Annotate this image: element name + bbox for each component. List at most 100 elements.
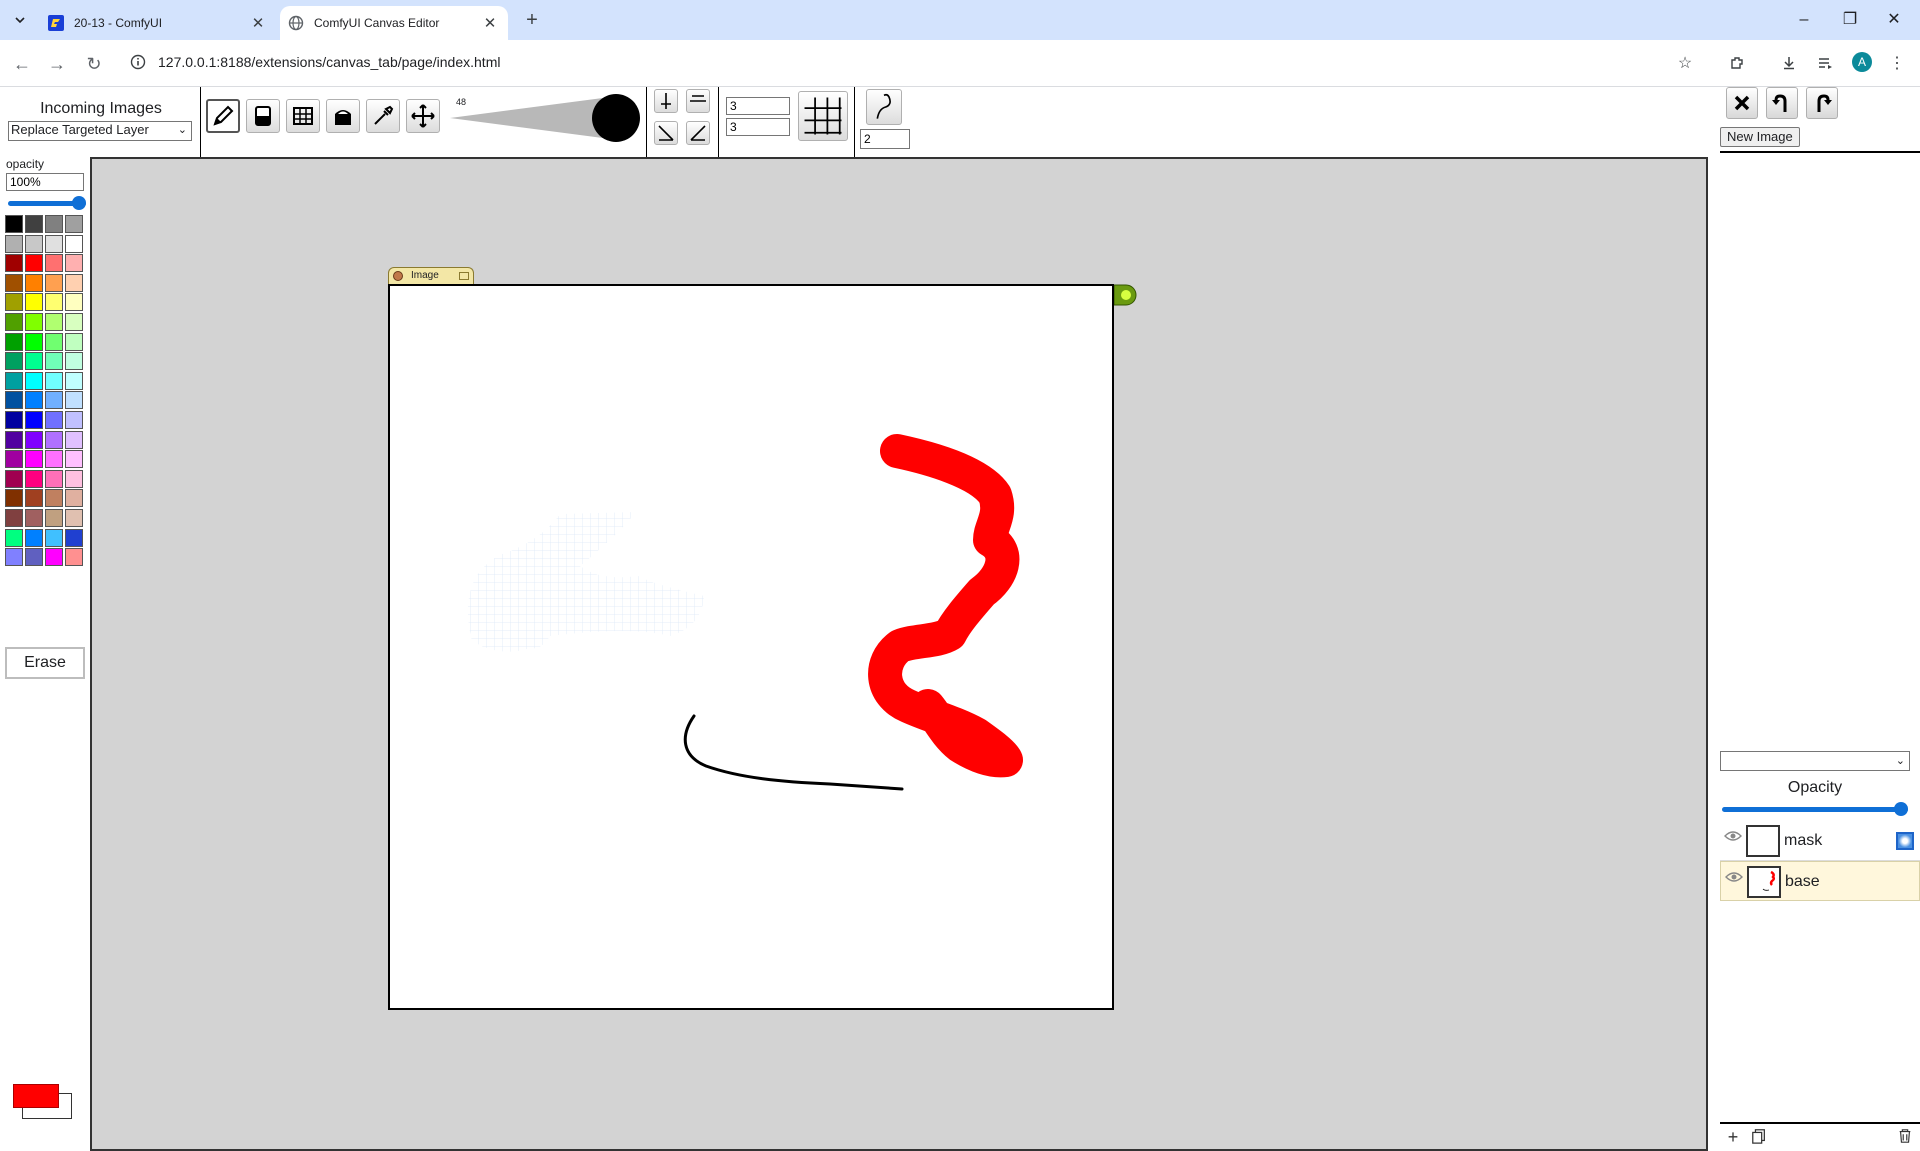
eraser-tool-button[interactable]: [246, 99, 280, 133]
brush-opacity-slider[interactable]: [8, 195, 86, 211]
palette-color-swatch[interactable]: [65, 313, 83, 331]
palette-color-swatch[interactable]: [25, 352, 43, 371]
forward-icon[interactable]: →: [45, 52, 69, 76]
layer-row-mask[interactable]: mask: [1720, 821, 1920, 861]
palette-color-swatch[interactable]: [45, 332, 63, 351]
palette-color-swatch[interactable]: [5, 371, 23, 390]
palette-color-swatch[interactable]: [65, 391, 83, 410]
palette-color-swatch[interactable]: [45, 430, 63, 449]
close-tab-icon[interactable]: ✕: [480, 13, 500, 33]
palette-color-swatch[interactable]: [45, 548, 63, 567]
duplicate-layer-icon[interactable]: [1750, 1128, 1768, 1146]
foreground-color-swatch[interactable]: [13, 1084, 59, 1108]
layer-row-base[interactable]: base: [1720, 861, 1920, 901]
palette-color-swatch[interactable]: [25, 489, 43, 508]
more-menu-icon[interactable]: ⋮: [1886, 52, 1908, 74]
palette-color-swatch[interactable]: [65, 548, 83, 567]
palette-color-swatch[interactable]: [45, 234, 63, 253]
add-layer-icon[interactable]: +: [1724, 1128, 1742, 1146]
new-tab-icon[interactable]: +: [520, 8, 544, 32]
layer-opacity-slider[interactable]: [1722, 801, 1908, 817]
palette-color-swatch[interactable]: [25, 313, 43, 331]
palette-color-swatch[interactable]: [65, 293, 83, 312]
profile-avatar[interactable]: A: [1852, 52, 1872, 72]
eye-icon[interactable]: [1725, 870, 1743, 884]
palette-color-swatch[interactable]: [45, 411, 63, 429]
palette-color-swatch[interactable]: [25, 371, 43, 390]
palette-color-swatch[interactable]: [25, 430, 43, 449]
palette-color-swatch[interactable]: [5, 450, 23, 469]
image-node-header[interactable]: Image: [388, 267, 474, 284]
palette-color-swatch[interactable]: [65, 450, 83, 469]
palette-color-swatch[interactable]: [65, 254, 83, 273]
palette-color-swatch[interactable]: [25, 548, 43, 567]
canvas-viewport[interactable]: Image: [90, 157, 1708, 1151]
palette-color-swatch[interactable]: [5, 352, 23, 371]
grid-rows-input[interactable]: [726, 118, 790, 136]
new-image-button[interactable]: New Image: [1720, 127, 1800, 147]
palette-color-swatch[interactable]: [65, 528, 83, 547]
address-bar[interactable]: 127.0.0.1:8188/extensions/canvas_tab/pag…: [120, 45, 1692, 81]
grid-toggle-button[interactable]: [798, 91, 848, 141]
move-tool-button[interactable]: [406, 99, 440, 133]
erase-button[interactable]: Erase: [5, 647, 85, 679]
palette-color-swatch[interactable]: [45, 293, 63, 312]
palette-color-swatch[interactable]: [5, 254, 23, 273]
palette-color-swatch[interactable]: [5, 411, 23, 429]
palette-color-swatch[interactable]: [5, 391, 23, 410]
extensions-icon[interactable]: [1726, 52, 1748, 74]
palette-color-swatch[interactable]: [45, 273, 63, 292]
brush-opacity-input[interactable]: [6, 173, 84, 191]
palette-color-swatch[interactable]: [25, 332, 43, 351]
palette-color-swatch[interactable]: [25, 450, 43, 469]
palette-color-swatch[interactable]: [5, 430, 23, 449]
mirror-horizontal-button[interactable]: [686, 89, 710, 113]
palette-color-swatch[interactable]: [25, 215, 43, 233]
undo-button[interactable]: [1766, 87, 1798, 119]
slider-thumb[interactable]: [72, 196, 86, 210]
palette-color-swatch[interactable]: [45, 528, 63, 547]
drawing-canvas[interactable]: [388, 284, 1114, 1010]
palette-color-swatch[interactable]: [25, 234, 43, 253]
palette-color-swatch[interactable]: [5, 234, 23, 253]
palette-color-swatch[interactable]: [45, 509, 63, 527]
palette-color-swatch[interactable]: [65, 273, 83, 292]
smoothing-button[interactable]: [866, 89, 902, 125]
back-icon[interactable]: ←: [10, 52, 34, 76]
palette-color-swatch[interactable]: [45, 215, 63, 233]
bookmark-star-icon[interactable]: ☆: [1674, 52, 1696, 74]
palette-color-swatch[interactable]: [25, 391, 43, 410]
grid-select-tool-button[interactable]: [286, 99, 320, 133]
palette-color-swatch[interactable]: [5, 273, 23, 292]
mirror-antidiagonal-button[interactable]: [686, 121, 710, 145]
palette-color-swatch[interactable]: [25, 469, 43, 488]
palette-color-swatch[interactable]: [65, 469, 83, 488]
fill-tool-button[interactable]: [326, 99, 360, 133]
palette-color-swatch[interactable]: [5, 215, 23, 233]
palette-color-swatch[interactable]: [5, 313, 23, 331]
palette-color-swatch[interactable]: [45, 450, 63, 469]
redo-button[interactable]: [1806, 87, 1838, 119]
node-frame-icon[interactable]: [459, 272, 469, 280]
palette-color-swatch[interactable]: [5, 293, 23, 312]
browser-tab-comfyui[interactable]: 20-13 - ComfyUI ✕: [40, 6, 276, 40]
incoming-mode-select[interactable]: Replace Targeted Layer ⌄: [8, 121, 192, 141]
close-tab-icon[interactable]: ✕: [248, 13, 268, 33]
pencil-tool-button[interactable]: [206, 99, 240, 133]
palette-color-swatch[interactable]: [5, 332, 23, 351]
palette-color-swatch[interactable]: [25, 509, 43, 527]
download-icon[interactable]: [1778, 52, 1800, 74]
palette-color-swatch[interactable]: [45, 352, 63, 371]
palette-color-swatch[interactable]: [5, 509, 23, 527]
browser-tab-canvas-editor[interactable]: ComfyUI Canvas Editor ✕: [280, 6, 508, 40]
mirror-vertical-button[interactable]: [654, 89, 678, 113]
palette-color-swatch[interactable]: [25, 293, 43, 312]
smoothing-input[interactable]: [860, 129, 910, 149]
blend-mode-select[interactable]: ⌄: [1720, 751, 1910, 771]
node-output-connector[interactable]: [1114, 283, 1138, 307]
palette-color-swatch[interactable]: [5, 489, 23, 508]
mirror-diagonal-button[interactable]: [654, 121, 678, 145]
tab-search-chevron-icon[interactable]: [8, 8, 32, 32]
palette-color-swatch[interactable]: [25, 528, 43, 547]
palette-color-swatch[interactable]: [65, 352, 83, 371]
